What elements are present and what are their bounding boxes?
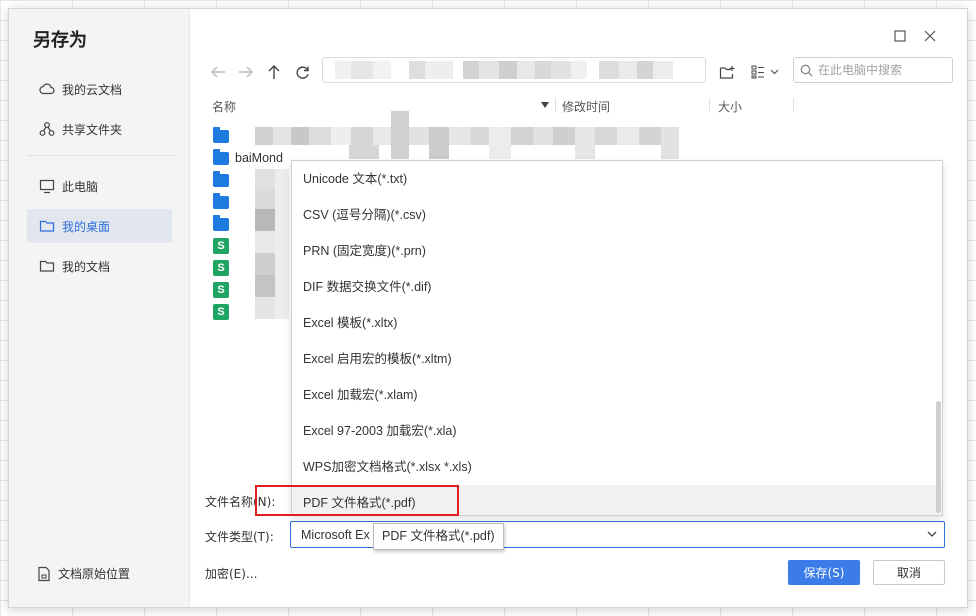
dropdown-option-csv[interactable]: CSV (逗号分隔)(*.csv) [292,197,942,233]
column-separator [793,98,794,112]
dropdown-option-wps-encrypted[interactable]: WPS加密文档格式(*.xlsx *.xls) [292,449,942,485]
original-location-link[interactable]: 文档原始位置 [37,565,130,582]
dropdown-option-xltm[interactable]: Excel 启用宏的模板(*.xltm) [292,341,942,377]
cloud-icon [39,83,55,95]
close-icon[interactable] [923,29,937,43]
file-name: baiMond [235,151,283,165]
sidebar-item-cloud-docs[interactable]: 我的云文档 [27,72,172,106]
folder-icon [213,214,229,231]
dropdown-option-prn[interactable]: PRN (固定宽度)(*.prn) [292,233,942,269]
folder-icon [213,192,229,209]
tooltip: PDF 文件格式(*.pdf) [373,523,504,550]
save-as-dialog: 另存为 我的云文档 共享文件夹 此电脑 我的桌面 我的文档 文档原始位置 在此电… [8,8,968,608]
folder-icon [39,260,55,272]
sidebar: 另存为 我的云文档 共享文件夹 此电脑 我的桌面 我的文档 文档原始位置 [9,9,190,607]
refresh-icon[interactable] [291,61,313,83]
path-bar[interactable] [322,57,706,83]
search-input[interactable] [818,63,948,77]
dropdown-option-xltx[interactable]: Excel 模板(*.xltx) [292,305,942,341]
sidebar-item-desktop[interactable]: 我的桌面 [27,209,172,243]
folder-icon [213,126,229,143]
dropdown-option-xlam[interactable]: Excel 加载宏(*.xlam) [292,377,942,413]
chevron-down-icon [927,531,937,537]
spreadsheet-icon: S [213,282,229,298]
view-mode-icon[interactable] [749,61,783,83]
save-button[interactable]: 保存(S) [788,560,860,585]
monitor-icon [39,179,55,194]
up-arrow-icon[interactable] [263,61,285,83]
dropdown-option-xla[interactable]: Excel 97-2003 加载宏(*.xla) [292,413,942,449]
sidebar-item-this-pc[interactable]: 此电脑 [27,169,172,203]
folder-icon [39,220,55,232]
spreadsheet-icon: S [213,304,229,320]
column-separator [709,98,710,112]
sidebar-item-label: 我的云文档 [62,82,123,97]
encrypt-link[interactable]: 加密(E)... [205,565,257,582]
maximize-icon[interactable] [893,29,907,43]
dropdown-option-dif[interactable]: DIF 数据交换文件(*.dif) [292,269,942,305]
filetype-label: 文件类型(T): [205,530,274,544]
pdf-option-highlight-box [255,485,459,516]
column-header-name[interactable]: 名称 [212,98,236,115]
document-icon [38,566,50,581]
back-arrow-icon[interactable] [207,61,229,83]
filetype-dropdown-list: Unicode 文本(*.txt) CSV (逗号分隔)(*.csv) PRN … [291,160,943,516]
folder-icon [213,148,229,165]
share-icon [39,122,55,136]
forward-arrow-icon[interactable] [235,61,257,83]
sidebar-item-label: 此电脑 [62,179,99,194]
filetype-value: Microsoft Ex [301,527,370,542]
new-folder-icon[interactable] [716,61,738,83]
dropdown-scrollbar[interactable] [936,401,941,513]
spreadsheet-icon: S [213,238,229,254]
sort-down-icon[interactable] [541,102,549,108]
column-header-size[interactable]: 大小 [718,98,742,115]
dropdown-option-txt[interactable]: Unicode 文本(*.txt) [292,161,942,197]
sidebar-divider [27,155,177,156]
sidebar-item-label: 共享文件夹 [62,122,123,137]
sidebar-item-label: 我的文档 [62,259,111,274]
sidebar-item-label: 我的桌面 [62,219,111,234]
sidebar-item-shared-folder[interactable]: 共享文件夹 [27,112,172,146]
search-icon [800,64,813,76]
sidebar-item-my-documents[interactable]: 我的文档 [27,249,172,283]
spreadsheet-icon: S [213,260,229,276]
column-header-modified[interactable]: 修改时间 [562,98,610,115]
folder-icon [213,170,229,187]
cancel-button[interactable]: 取消 [873,560,945,585]
search-box[interactable] [793,57,953,83]
column-separator [555,98,556,112]
dialog-title: 另存为 [33,30,87,51]
